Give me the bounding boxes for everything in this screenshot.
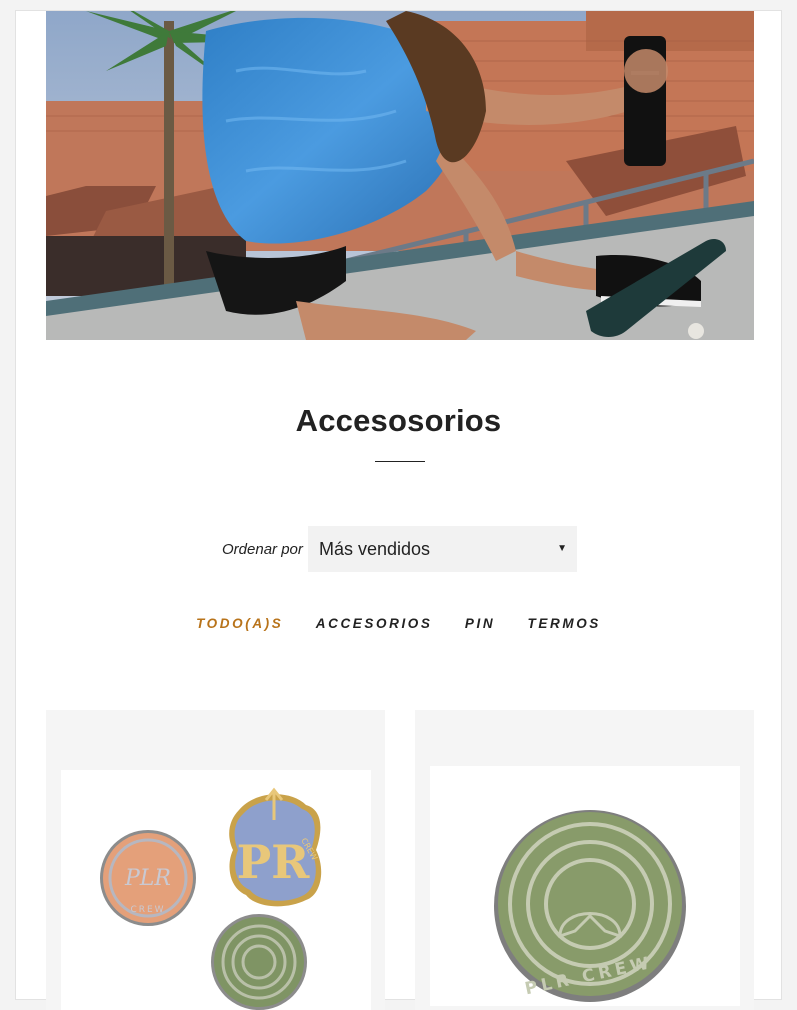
title-divider <box>375 461 425 462</box>
pin-crew-text: CREW <box>130 905 165 915</box>
page-container: Accesosorios Ordenar por Más vendidos ▼ … <box>15 10 782 1010</box>
sort-select[interactable]: Más vendidos ▼ <box>308 526 577 572</box>
product-card[interactable]: PLR CREW PR CREW <box>46 710 385 1010</box>
product-image-pin-set[interactable]: PLR CREW PR CREW <box>61 770 371 1010</box>
collection-hero-image <box>46 11 754 340</box>
product-card[interactable]: PLR CREW <box>415 710 754 1010</box>
pin-pr-text: PR <box>237 835 311 889</box>
collection-filters: TODO(A)S ACCESORIOS PIN TERMOS <box>16 616 781 631</box>
collection-title: Accesosorios <box>295 403 502 438</box>
caret-down-icon: ▼ <box>557 543 567 554</box>
filter-termos[interactable]: TERMOS <box>528 616 601 631</box>
filter-pin[interactable]: PIN <box>465 616 495 631</box>
sort-row: Ordenar por Más vendidos ▼ <box>16 526 781 572</box>
pin-plr-text: PLR <box>124 866 171 891</box>
sort-selected-value: Más vendidos <box>319 539 431 559</box>
sort-label: Ordenar por <box>222 541 303 558</box>
filter-accesorios[interactable]: ACCESORIOS <box>316 616 433 631</box>
filter-todo[interactable]: TODO(A)S <box>196 616 283 631</box>
product-image-green-pin[interactable]: PLR CREW <box>430 766 740 1006</box>
